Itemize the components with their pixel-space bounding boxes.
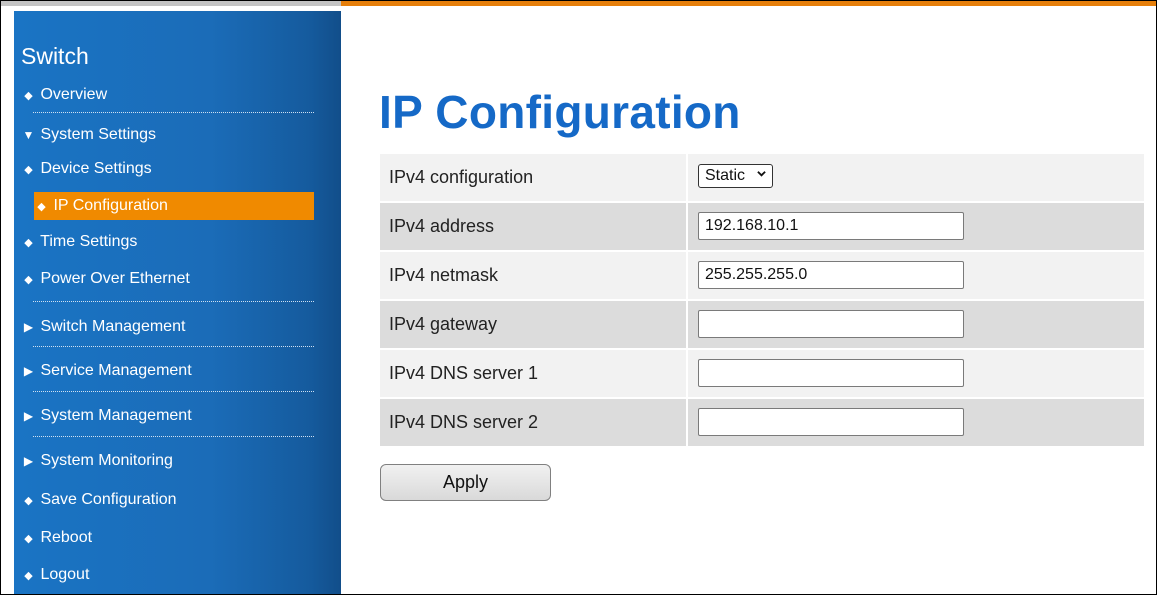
column-divider	[686, 154, 688, 201]
diamond-bullet-icon: ◆	[24, 533, 33, 545]
column-divider	[686, 350, 688, 397]
sidebar-item-label: Logout	[40, 566, 90, 583]
field-label: IPv4 DNS server 1	[389, 363, 539, 383]
page-title: IP Configuration	[379, 86, 741, 138]
column-divider	[686, 252, 688, 299]
triangle-right-icon: ▶	[23, 409, 34, 423]
column-divider	[686, 399, 688, 446]
diamond-bullet-icon: ◆	[24, 90, 33, 102]
form-row-ipv4-configuration: IPv4 configuration Static	[380, 154, 1144, 201]
form-row-ipv4-dns-server-1: IPv4 DNS server 1	[380, 350, 1144, 397]
sidebar-item-overview[interactable]: ◆ Overview	[21, 82, 314, 108]
field-label: IPv4 gateway	[389, 314, 498, 334]
top-accent-bar	[1, 1, 1156, 6]
diamond-bullet-icon: ◆	[24, 237, 33, 249]
sidebar-divider	[33, 301, 314, 302]
sidebar-item-system-settings[interactable]: ▼ System Settings	[21, 122, 314, 148]
triangle-right-icon: ▶	[23, 364, 34, 378]
diamond-bullet-icon: ◆	[37, 201, 46, 213]
diamond-bullet-icon: ◆	[24, 570, 33, 582]
field-label: IPv4 DNS server 2	[389, 412, 539, 432]
sidebar-item-label: Reboot	[40, 529, 93, 546]
sidebar-divider	[33, 391, 314, 392]
sidebar-item-label: Power Over Ethernet	[40, 270, 190, 287]
sidebar-item-label: Save Configuration	[40, 491, 177, 508]
ipv4-dns-server-2-input[interactable]	[698, 408, 964, 436]
triangle-down-icon: ▼	[22, 128, 35, 142]
sidebar: Switch ◆ Overview ▼ System Settings ◆ De…	[14, 11, 341, 594]
ipv4-dns-server-1-input[interactable]	[698, 359, 964, 387]
sidebar-item-reboot[interactable]: ◆ Reboot	[21, 525, 314, 551]
form-row-ipv4-address: IPv4 address 192.168.10.1	[380, 203, 1144, 250]
sidebar-item-ip-configuration[interactable]: ◆ IP Configuration	[34, 192, 314, 220]
apply-button[interactable]: Apply	[380, 464, 551, 501]
sidebar-item-label: IP Configuration	[53, 197, 168, 214]
form-row-ipv4-dns-server-2: IPv4 DNS server 2	[380, 399, 1144, 446]
sidebar-item-power-over-ethernet[interactable]: ◆ Power Over Ethernet	[21, 266, 314, 292]
column-divider	[686, 301, 688, 348]
ipv4-configuration-select[interactable]: Static	[698, 164, 774, 188]
diamond-bullet-icon: ◆	[24, 164, 33, 176]
sidebar-item-logout[interactable]: ◆ Logout	[21, 562, 314, 588]
sidebar-item-system-monitoring[interactable]: ▶ System Monitoring	[21, 448, 314, 474]
sidebar-divider	[33, 112, 314, 113]
sidebar-item-label: Time Settings	[40, 233, 138, 250]
column-divider	[686, 203, 688, 250]
field-label: IPv4 address	[389, 216, 495, 236]
sidebar-title: Switch	[21, 43, 89, 69]
sidebar-item-device-settings[interactable]: ◆ Device Settings	[21, 156, 314, 182]
sidebar-item-label: System Settings	[40, 126, 157, 143]
sidebar-item-switch-management[interactable]: ▶ Switch Management	[21, 314, 314, 340]
form-row-ipv4-netmask: IPv4 netmask 255.255.255.0	[380, 252, 1144, 299]
sidebar-item-label: System Management	[40, 407, 192, 424]
sidebar-item-label: Switch Management	[40, 318, 186, 335]
triangle-right-icon: ▶	[23, 454, 34, 468]
field-label: IPv4 configuration	[389, 167, 534, 187]
triangle-right-icon: ▶	[23, 320, 34, 334]
select-value: Static	[705, 167, 746, 184]
sidebar-item-label: Device Settings	[40, 160, 152, 177]
ipv4-gateway-input[interactable]	[698, 310, 964, 338]
sidebar-divider	[33, 436, 314, 437]
sidebar-item-save-configuration[interactable]: ◆ Save Configuration	[21, 487, 314, 513]
sidebar-item-time-settings[interactable]: ◆ Time Settings	[21, 229, 314, 255]
sidebar-item-service-management[interactable]: ▶ Service Management	[21, 358, 314, 384]
ipv4-netmask-input[interactable]: 255.255.255.0	[698, 261, 964, 289]
sidebar-item-system-management[interactable]: ▶ System Management	[21, 403, 314, 429]
sidebar-item-label: Service Management	[40, 362, 192, 379]
ipv4-address-input[interactable]: 192.168.10.1	[698, 212, 964, 240]
sidebar-item-label: Overview	[40, 86, 108, 103]
field-label: IPv4 netmask	[389, 265, 499, 285]
app-window: Switch ◆ Overview ▼ System Settings ◆ De…	[0, 0, 1157, 595]
diamond-bullet-icon: ◆	[24, 495, 33, 507]
form-row-ipv4-gateway: IPv4 gateway	[380, 301, 1144, 348]
diamond-bullet-icon: ◆	[24, 274, 33, 286]
chevron-down-icon	[757, 171, 767, 177]
sidebar-item-label: System Monitoring	[40, 452, 173, 469]
sidebar-divider	[33, 346, 314, 347]
